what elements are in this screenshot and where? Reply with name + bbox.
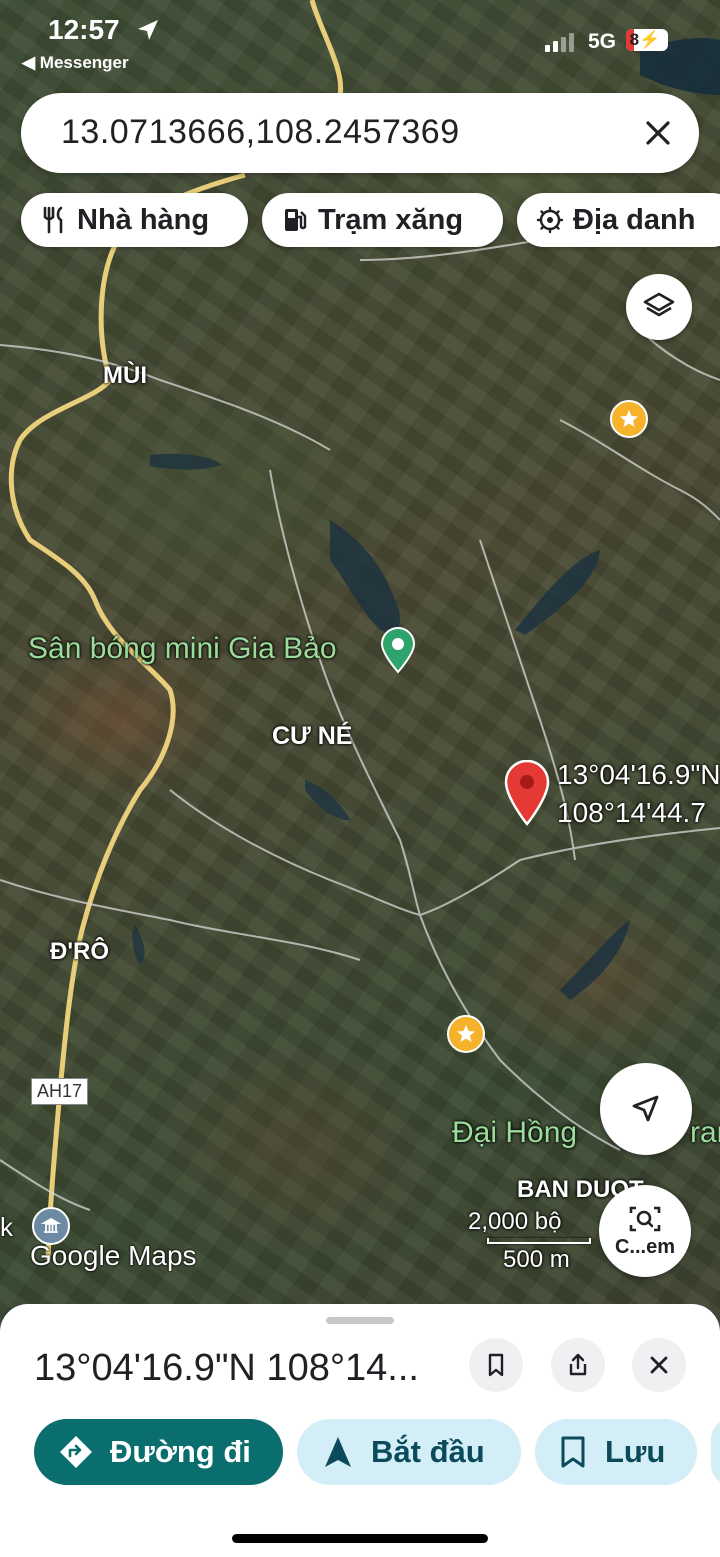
search-this-area-label: C...em [614, 1235, 676, 1258]
network-type: 5G [588, 30, 617, 53]
navigation-arrow-icon [632, 1095, 659, 1122]
close-icon[interactable] [639, 114, 677, 152]
bookmark-icon [488, 1353, 504, 1377]
chip-landmarks[interactable]: Địa danh [517, 193, 720, 247]
directions-icon [60, 1436, 92, 1468]
navigation-icon [325, 1437, 351, 1467]
battery-icon: 8⚡ [626, 29, 668, 51]
bookmark-icon [561, 1436, 585, 1468]
layers-button[interactable] [626, 274, 692, 340]
starred-place-icon[interactable] [447, 1015, 485, 1053]
road-shield: AH17 [31, 1078, 89, 1105]
place-bottom-sheet[interactable]: 13°04'16.9"N 108°14... Đường đi Bắt đầu [0, 1304, 720, 1557]
save-button[interactable]: Lưu [535, 1419, 697, 1485]
scale-line [487, 1238, 591, 1244]
close-sheet-button[interactable] [632, 1338, 686, 1392]
start-label: Bắt đầu [371, 1434, 485, 1469]
search-this-area-button[interactable]: C...em [599, 1185, 691, 1277]
poi-label-partial[interactable]: Đại Hồng [452, 1116, 577, 1150]
more-actions-button[interactable] [711, 1419, 720, 1485]
status-time: 12:57 [48, 14, 120, 45]
camera-search-icon [629, 1206, 661, 1231]
my-location-button[interactable] [600, 1063, 692, 1155]
close-icon [650, 1356, 668, 1374]
pin-longitude: 108°14'44.7 [557, 797, 706, 828]
edge-place-label: k [0, 1212, 13, 1242]
dropped-pin-icon[interactable] [503, 760, 551, 826]
status-bar: 12:57 ◀ Messenger 5G 8⚡ [0, 0, 720, 80]
poi-label-sports-field[interactable]: Sân bóng mini Gia Bảo [28, 632, 337, 666]
landmark-icon [536, 206, 564, 234]
sheet-drag-handle[interactable] [326, 1317, 394, 1324]
search-input[interactable]: 13.0713666,108.2457369 [61, 113, 460, 152]
search-bar[interactable]: 13.0713666,108.2457369 [21, 93, 699, 173]
place-label[interactable]: MÙI [103, 362, 147, 390]
poi-label-partial-tail: ran [690, 1116, 720, 1149]
directions-button[interactable]: Đường đi [34, 1419, 283, 1485]
restaurant-icon [43, 206, 63, 234]
place-label[interactable]: Đ'RÔ [50, 938, 109, 966]
chip-label: Trạm xăng [318, 203, 464, 236]
bookmark-button[interactable] [469, 1338, 523, 1392]
place-label[interactable]: CƯ NÉ [272, 722, 352, 751]
back-to-app-link[interactable]: ◀ Messenger [22, 53, 129, 73]
chip-restaurants[interactable]: Nhà hàng [21, 193, 248, 247]
layers-icon [643, 292, 675, 317]
poi-marker-icon[interactable] [378, 626, 418, 674]
home-indicator[interactable] [232, 1534, 488, 1543]
google-maps-attribution: Google Maps [30, 1240, 197, 1271]
signal-icon [545, 33, 574, 52]
pin-latitude: 13°04'16.9"N [557, 759, 720, 790]
scale-metric: 500 m [503, 1246, 570, 1273]
start-navigation-button[interactable]: Bắt đầu [297, 1419, 521, 1485]
sheet-title: 13°04'16.9"N 108°14... [34, 1347, 419, 1389]
directions-label: Đường đi [110, 1434, 251, 1469]
location-arrow-icon [138, 20, 158, 40]
chip-label: Địa danh [573, 203, 696, 236]
pin-coordinates: 13°04'16.9"N 108°14'44.7 [557, 756, 720, 832]
gas-station-icon [285, 209, 307, 231]
chip-label: Nhà hàng [77, 203, 210, 236]
starred-place-icon[interactable] [610, 400, 648, 438]
scale-imperial: 2,000 bộ [468, 1208, 562, 1235]
battery-level: 8⚡ [629, 30, 661, 49]
chip-gas-stations[interactable]: Trạm xăng [262, 193, 503, 247]
share-icon [569, 1353, 587, 1376]
share-button[interactable] [551, 1338, 605, 1392]
save-label: Lưu [605, 1434, 666, 1469]
